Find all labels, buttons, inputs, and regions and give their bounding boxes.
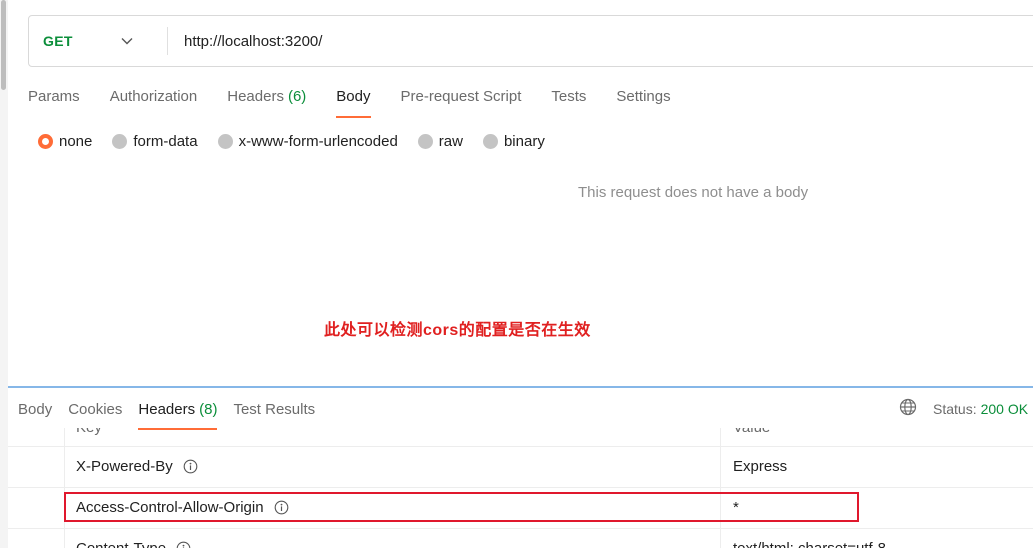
tab-pre-request-script[interactable]: Pre-request Script xyxy=(401,76,522,116)
tab-label: Headers xyxy=(227,87,284,105)
header-value: text/html; charset=utf-8 xyxy=(733,540,886,548)
tab-test-results[interactable]: Test Results xyxy=(233,390,315,428)
tab-settings[interactable]: Settings xyxy=(616,76,670,116)
tab-response-headers[interactable]: Headers (8) xyxy=(138,390,218,430)
request-url-bar: GET xyxy=(28,15,1033,67)
tab-label: Body xyxy=(18,400,53,418)
option-label: raw xyxy=(438,132,463,150)
tab-tests[interactable]: Tests xyxy=(551,76,586,116)
radio[interactable] xyxy=(417,133,433,149)
headers-count: (8) xyxy=(199,400,218,418)
tab-cookies[interactable]: Cookies xyxy=(68,390,122,428)
column-divider xyxy=(720,428,721,446)
headers-count: (6) xyxy=(287,87,307,105)
column-divider xyxy=(64,428,65,446)
header-key-cell: Content-Type xyxy=(76,540,191,548)
body-option-none[interactable]: none xyxy=(38,133,92,150)
option-label: binary xyxy=(503,132,545,150)
header-value: Express xyxy=(733,458,788,475)
option-label: none xyxy=(59,132,93,150)
response-tabs: Body Cookies Headers (8) Test Results xyxy=(18,390,331,430)
tab-response-body[interactable]: Body xyxy=(18,390,52,428)
tab-authorization[interactable]: Authorization xyxy=(110,76,198,116)
body-option-form-data[interactable]: form-data xyxy=(112,132,198,150)
scrollbar-thumb[interactable] xyxy=(1,0,6,90)
info-icon[interactable] xyxy=(183,459,198,474)
status-label: Status: xyxy=(933,400,977,417)
highlight-box xyxy=(64,492,859,522)
column-divider xyxy=(64,529,65,548)
info-icon[interactable] xyxy=(176,541,191,548)
status-value: 200 OK xyxy=(980,400,1029,417)
column-divider xyxy=(720,447,721,487)
response-headers-table: Key Value X-Powered-By Express Access-Co… xyxy=(8,428,1033,548)
tab-label: Body xyxy=(336,87,371,105)
annotation-text: 此处可以检测cors的配置是否在生效 xyxy=(324,322,591,339)
column-header-value: Value xyxy=(733,428,770,436)
tab-label: Tests xyxy=(551,87,587,105)
body-type-options: none form-data x-www-form-urlencoded raw… xyxy=(38,130,565,152)
url-input[interactable] xyxy=(184,32,784,50)
radio[interactable] xyxy=(217,133,233,149)
table-header-row: Key Value xyxy=(8,428,1033,447)
tab-params[interactable]: Params xyxy=(28,76,80,116)
tab-body[interactable]: Body xyxy=(336,76,371,118)
tab-label: Test Results xyxy=(233,400,316,418)
radio[interactable] xyxy=(112,133,128,149)
globe-icon[interactable] xyxy=(899,398,917,419)
option-label: x-www-form-urlencoded xyxy=(238,132,398,150)
tab-label: Cookies xyxy=(68,400,123,418)
response-status: Status: 200 OK xyxy=(899,398,1028,419)
pane-splitter[interactable] xyxy=(8,386,1033,388)
tab-label: Params xyxy=(28,87,80,105)
radio[interactable] xyxy=(482,133,498,149)
request-tabs: Params Authorization Headers (6) Body Pre… xyxy=(28,76,701,118)
option-label: form-data xyxy=(133,132,198,150)
body-option-urlencoded[interactable]: x-www-form-urlencoded xyxy=(217,132,398,150)
column-header-key: Key xyxy=(76,428,102,436)
tab-headers[interactable]: Headers (6) xyxy=(227,76,306,116)
tab-label: Headers xyxy=(138,400,196,418)
table-row: X-Powered-By Express xyxy=(8,447,1033,488)
header-key-cell: X-Powered-By xyxy=(76,458,198,475)
body-option-raw[interactable]: raw xyxy=(417,132,463,150)
chevron-down-icon xyxy=(119,33,135,49)
table-row: Content-Type text/html; charset=utf-8 xyxy=(8,529,1033,548)
body-option-binary[interactable]: binary xyxy=(482,132,545,150)
tab-label: Pre-request Script xyxy=(400,87,522,105)
radio-selected[interactable] xyxy=(38,133,53,149)
column-divider xyxy=(64,447,65,487)
left-scrollbar[interactable] xyxy=(0,0,8,548)
tab-label: Authorization xyxy=(109,87,198,105)
tab-label: Settings xyxy=(616,87,671,105)
empty-body-message: This request does not have a body xyxy=(578,184,809,201)
url-divider xyxy=(167,27,168,55)
method-label: GET xyxy=(43,33,73,49)
column-divider xyxy=(720,529,721,548)
header-key: X-Powered-By xyxy=(76,458,173,475)
header-key: Content-Type xyxy=(76,540,166,548)
method-select[interactable]: GET xyxy=(29,16,167,66)
